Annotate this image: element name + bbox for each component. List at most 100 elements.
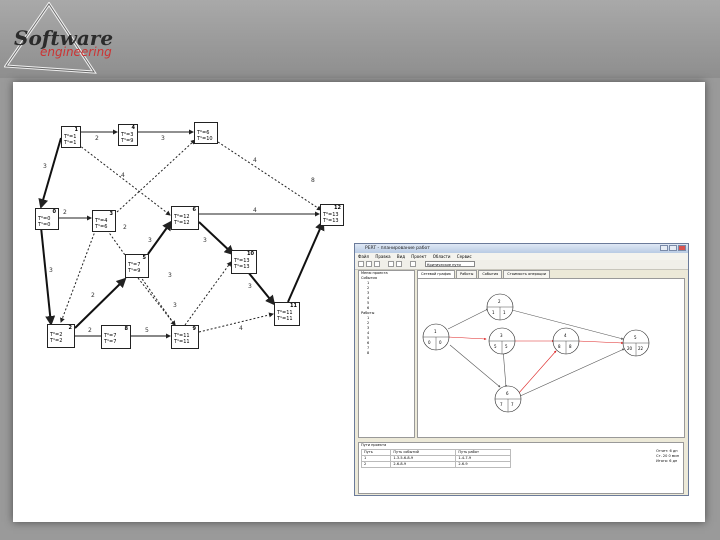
edge-label: 4 [121, 172, 125, 179]
event-node: 9 T⁰=11 T¹=11 [171, 325, 199, 349]
edge [116, 139, 196, 213]
menu-edit[interactable]: Правка [375, 254, 390, 259]
menu-areas[interactable]: Области [433, 254, 451, 259]
event-node: 5 T⁰=7 T¹=9 [125, 254, 149, 278]
view-mode-select[interactable]: Критические пути [425, 261, 475, 267]
edge-label: 5 [145, 327, 149, 334]
app-edge [447, 336, 487, 341]
svg-text:22: 22 [638, 346, 644, 351]
tab-cost[interactable]: Стоимость операции [503, 270, 550, 278]
event-node: 4 T⁰=3 T¹=9 [118, 124, 138, 146]
edge-label: 2 [123, 224, 127, 231]
app-edge [502, 348, 508, 388]
edge-label: 2 [63, 209, 67, 216]
edge-label: 2 [91, 292, 95, 299]
network-canvas[interactable]: 100 211 355 488 5 20 22 6 7 7 [417, 278, 685, 438]
maximize-button[interactable] [669, 245, 677, 251]
event-node: 10 T⁰=13 T¹=13 [231, 250, 257, 274]
grid-icon[interactable] [396, 261, 402, 267]
app-node[interactable]: 520 22 [622, 329, 650, 357]
minimize-button[interactable] [660, 245, 668, 251]
app-edge [517, 350, 557, 395]
menu-project[interactable]: Проект [411, 254, 426, 259]
paths-panel: Пути проекта Путь Путь событий Путь рабо… [358, 442, 684, 494]
app-node[interactable]: 35 5 [488, 327, 516, 355]
app-menubar: Файл Правка Вид Проект Области Сервис [355, 253, 688, 260]
edge-critical [40, 226, 56, 326]
slide-content: 2 3 4 3 2 4 2 3 3 3 3 2 5 4 2 8 3 4 3 1 … [13, 82, 705, 522]
edge-label: 4 [253, 157, 257, 164]
app-node[interactable]: 21 1 [486, 293, 514, 321]
edge-label: 3 [173, 302, 177, 309]
edge-label: 3 [248, 283, 252, 290]
edge-label: 3 [161, 135, 165, 142]
tab-works[interactable]: Работы [455, 270, 478, 278]
edge-label: 2 [88, 327, 92, 334]
edge-label: 4 [253, 207, 257, 214]
event-node: 2 T⁰=2 T¹=2 [47, 324, 75, 348]
open-folder-icon[interactable] [366, 261, 372, 267]
logo-text-engineering: engineering [40, 45, 112, 59]
menu-file[interactable]: Файл [358, 254, 369, 259]
event-node: 3 T⁰=4 T¹=6 [92, 210, 116, 232]
app-title: PERT - планирование работ [365, 246, 430, 251]
app-titlebar: PERT - планирование работ [355, 244, 688, 253]
table-cell: 2-6-8-9 [390, 461, 457, 468]
event-node: 1 T⁰=1 T¹=1 [61, 126, 81, 148]
edge [217, 141, 322, 211]
event-node: 6 T⁰=12 T¹=12 [171, 206, 199, 230]
app-graph: 10 0 21 1 35 5 48 8 520 22 67 7 [422, 293, 650, 413]
event-node: 11 T⁰=11 T¹=11 [274, 302, 300, 326]
app-edge [517, 348, 625, 398]
paths-title: Пути проекта [361, 443, 387, 447]
edge-label: 3 [168, 272, 172, 279]
tab-events[interactable]: События [478, 270, 503, 278]
edge-label: 3 [203, 237, 207, 244]
paths-table: Путь Путь событий Путь работ 1 1-3-5-6-8… [360, 449, 511, 468]
edge-critical [287, 220, 325, 303]
app-node[interactable]: 67 7 [494, 385, 522, 413]
table-cell: 2 [360, 461, 392, 468]
save-icon[interactable] [374, 261, 380, 267]
edge-label: 2 [95, 135, 99, 142]
close-button[interactable] [678, 245, 686, 251]
text-icon[interactable] [410, 261, 416, 267]
summary-line: Итого: 6 дн [656, 459, 678, 463]
edge-critical [74, 277, 127, 329]
app-tabs: Сетевой график Работы События Стоимость опе… [417, 270, 551, 278]
pert-app-window: PERT - планирование работ Файл Правка Ви… [354, 243, 689, 496]
edge-label: 3 [43, 163, 47, 170]
edge [198, 312, 274, 333]
edge-label: 4 [239, 325, 243, 332]
slide-header: Software engineering [0, 0, 720, 78]
app-node[interactable]: 48 8 [552, 327, 580, 355]
menu-service[interactable]: Сервис [457, 254, 472, 259]
edge [137, 277, 176, 326]
app-edge [449, 344, 501, 388]
event-node: 12 T⁰=13 T¹=13 [320, 204, 344, 226]
table-row[interactable]: 2 2-6-8-9 2-6-9 [360, 461, 511, 468]
app-toolbar: Критические пути [355, 260, 688, 270]
event-node: T⁰=6 T¹=10 [194, 122, 218, 144]
edge [60, 225, 98, 323]
tree-item[interactable]: 8 [361, 351, 414, 356]
edge-label: 8 [311, 177, 315, 184]
tab-network[interactable]: Сетевой график [417, 270, 455, 278]
app-edge [577, 340, 624, 345]
event-node: 0 T⁰=0 T¹=0 [35, 208, 59, 230]
summary-info: Отчет: 6 дн Ст. 20 0 мин Итого: 6 дн [656, 449, 679, 464]
menu-view[interactable]: Вид [397, 254, 405, 259]
edge-label: 3 [49, 267, 53, 274]
app-node[interactable]: 10 0 [422, 323, 450, 351]
app-edge [447, 308, 489, 330]
svg-text:20: 20 [627, 346, 633, 351]
new-file-icon[interactable] [358, 261, 364, 267]
edge-label: 3 [148, 237, 152, 244]
table-cell: 2-6-9 [455, 461, 511, 468]
edge [184, 261, 232, 326]
edge-critical [247, 271, 276, 306]
edge-critical [38, 137, 62, 209]
event-node: 8 T⁰=7 T¹=7 [101, 325, 131, 349]
pointer-icon[interactable] [388, 261, 394, 267]
project-tree: Меню проекта События 1 2 3 4 5 6 Работы … [358, 270, 415, 438]
